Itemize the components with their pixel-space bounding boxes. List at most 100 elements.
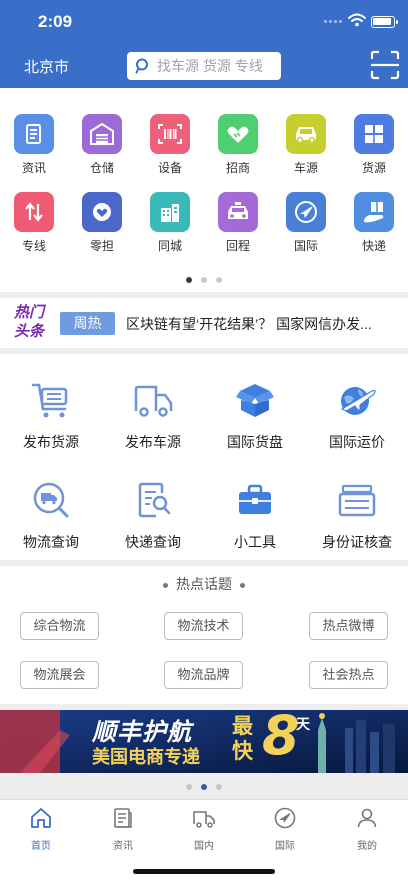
grid-item-international[interactable]: 国际: [272, 192, 340, 258]
truck-icon: [129, 376, 177, 424]
search-icon: [135, 58, 148, 74]
topic-chip[interactable]: 物流展会: [20, 661, 99, 689]
doc-search-icon: [129, 476, 177, 524]
page-dot: [216, 784, 222, 790]
topic-chip[interactable]: 社会热点: [309, 661, 388, 689]
hot-topics-heading: 热点话题: [0, 574, 408, 594]
grid-label: 快递: [361, 239, 386, 253]
grid-item-ltl[interactable]: 零担: [68, 192, 136, 258]
banner-days: 8: [262, 710, 300, 767]
hot-line-1: 热门: [14, 304, 45, 321]
news-tab-icon: [114, 808, 132, 828]
grid-item-route[interactable]: 专线: [0, 192, 68, 258]
grid-label: 回程: [225, 239, 250, 253]
service-label: 发布车源: [125, 434, 181, 450]
topic-chip[interactable]: 综合物流: [20, 612, 99, 640]
banner-page-indicator: [0, 784, 408, 790]
toolbox-icon: [231, 476, 279, 524]
page-dot: [216, 277, 222, 283]
car-icon: [286, 114, 326, 154]
tab-label: 国际: [275, 841, 295, 852]
tab-mine[interactable]: 我的: [326, 806, 408, 852]
tab-news[interactable]: 资讯: [82, 806, 164, 852]
topic-chip[interactable]: 物流技术: [164, 612, 243, 640]
hot-topics-title: 热点话题: [176, 576, 232, 592]
search-input[interactable]: 找车源 货源 专线: [127, 52, 281, 80]
grid-item-equipment[interactable]: 设备: [136, 114, 204, 180]
page-dot: [201, 784, 207, 790]
globe-plane-icon: [333, 376, 381, 424]
tab-label: 首页: [31, 841, 51, 852]
box-open-icon: [231, 376, 279, 424]
banner-fast: 最快: [232, 714, 253, 763]
heart-box-icon: [82, 192, 122, 232]
service-intl-cargo[interactable]: 国际货盘: [204, 376, 306, 456]
service-logistics-query[interactable]: 物流查询: [0, 476, 102, 556]
top-bar: 北京市 找车源 货源 专线: [0, 40, 408, 88]
grid-label: 车源: [293, 161, 318, 175]
grid-label: 货源: [361, 161, 386, 175]
tab-international[interactable]: 国际: [244, 806, 326, 852]
service-express-query[interactable]: 快递查询: [102, 476, 204, 556]
service-label: 身份证核查: [322, 534, 392, 550]
banner-line-2: 美国电商专递: [92, 747, 200, 768]
grid-item-goods[interactable]: 货源: [340, 114, 408, 180]
page-dot: [201, 277, 207, 283]
tab-label: 资讯: [113, 841, 133, 852]
news-icon: [14, 114, 54, 154]
service-intl-rates[interactable]: 国际运价: [306, 376, 408, 456]
barcode-icon: [150, 114, 190, 154]
banner-line-1: 顺丰护航: [92, 718, 192, 746]
wifi-icon: [348, 13, 366, 27]
service-label: 快递查询: [125, 534, 181, 550]
hot-headline-bar[interactable]: 热门 头条 周热 区块链有望‘开花结果’？ 国家网信办发...: [0, 298, 408, 348]
tab-label: 我的: [357, 841, 377, 852]
grid-label: 专线: [21, 239, 46, 253]
page-dot: [186, 784, 192, 790]
grid-label: 国际: [293, 239, 318, 253]
service-publish-goods[interactable]: 发布货源: [0, 376, 102, 456]
courier-icon: [354, 192, 394, 232]
tab-domestic[interactable]: 国内: [163, 806, 245, 852]
warehouse-icon: [82, 114, 122, 154]
topic-chip[interactable]: 热点微博: [309, 612, 388, 640]
grid-item-express[interactable]: 快递: [340, 192, 408, 258]
city-selector[interactable]: 北京市: [24, 56, 69, 77]
grid-item-warehouse[interactable]: 仓储: [68, 114, 136, 180]
tab-label: 国内: [194, 841, 214, 852]
service-publish-vehicle[interactable]: 发布车源: [102, 376, 204, 456]
service-label: 国际运价: [329, 434, 385, 450]
service-tools[interactable]: 小工具: [204, 476, 306, 556]
grid-item-investment[interactable]: 招商: [204, 114, 272, 180]
status-time: 2:09: [38, 12, 73, 31]
hot-topics: 热点话题 综合物流 物流技术 热点微博 物流展会 物流品牌 社会热点: [0, 566, 408, 704]
scan-icon[interactable]: [370, 50, 400, 80]
hot-headline-logo: 热门 头条: [14, 303, 44, 341]
services-grid: 发布货源 发布车源 国际货盘 国际运价 物流查询 快递查询 小工具 身份证核查: [0, 354, 408, 560]
tab-home[interactable]: 首页: [0, 806, 82, 852]
grid-label: 招商: [225, 161, 250, 175]
grid-label: 资讯: [21, 161, 46, 175]
category-grid: 资讯 仓储 设备 招商 车源 货源 专线 零担 同城 回程 国际 快递: [0, 88, 408, 292]
city-icon: [150, 192, 190, 232]
service-label: 国际货盘: [227, 434, 283, 450]
headline-title[interactable]: 区块链有望‘开花结果’？ 国家网信办发...: [126, 314, 384, 334]
service-id-check[interactable]: 身份证核查: [306, 476, 408, 556]
grid-item-vehicles[interactable]: 车源: [272, 114, 340, 180]
service-label: 小工具: [234, 534, 276, 550]
home-icon: [31, 808, 51, 828]
plane-icon: [286, 192, 326, 232]
service-label: 物流查询: [23, 534, 79, 550]
user-icon: [357, 808, 377, 828]
grid-item-news[interactable]: 资讯: [0, 114, 68, 180]
service-label: 发布货源: [23, 434, 79, 450]
truck-search-icon: [27, 476, 75, 524]
page-dot: [186, 277, 192, 283]
id-card-icon: [333, 476, 381, 524]
promo-banner[interactable]: 顺丰护航 美国电商专递 最快 8 天: [0, 710, 408, 773]
home-indicator: [133, 869, 275, 874]
topic-chip[interactable]: 物流品牌: [164, 661, 243, 689]
grid-item-return[interactable]: 回程: [204, 192, 272, 258]
grid-item-local[interactable]: 同城: [136, 192, 204, 258]
cart-icon: [27, 376, 75, 424]
